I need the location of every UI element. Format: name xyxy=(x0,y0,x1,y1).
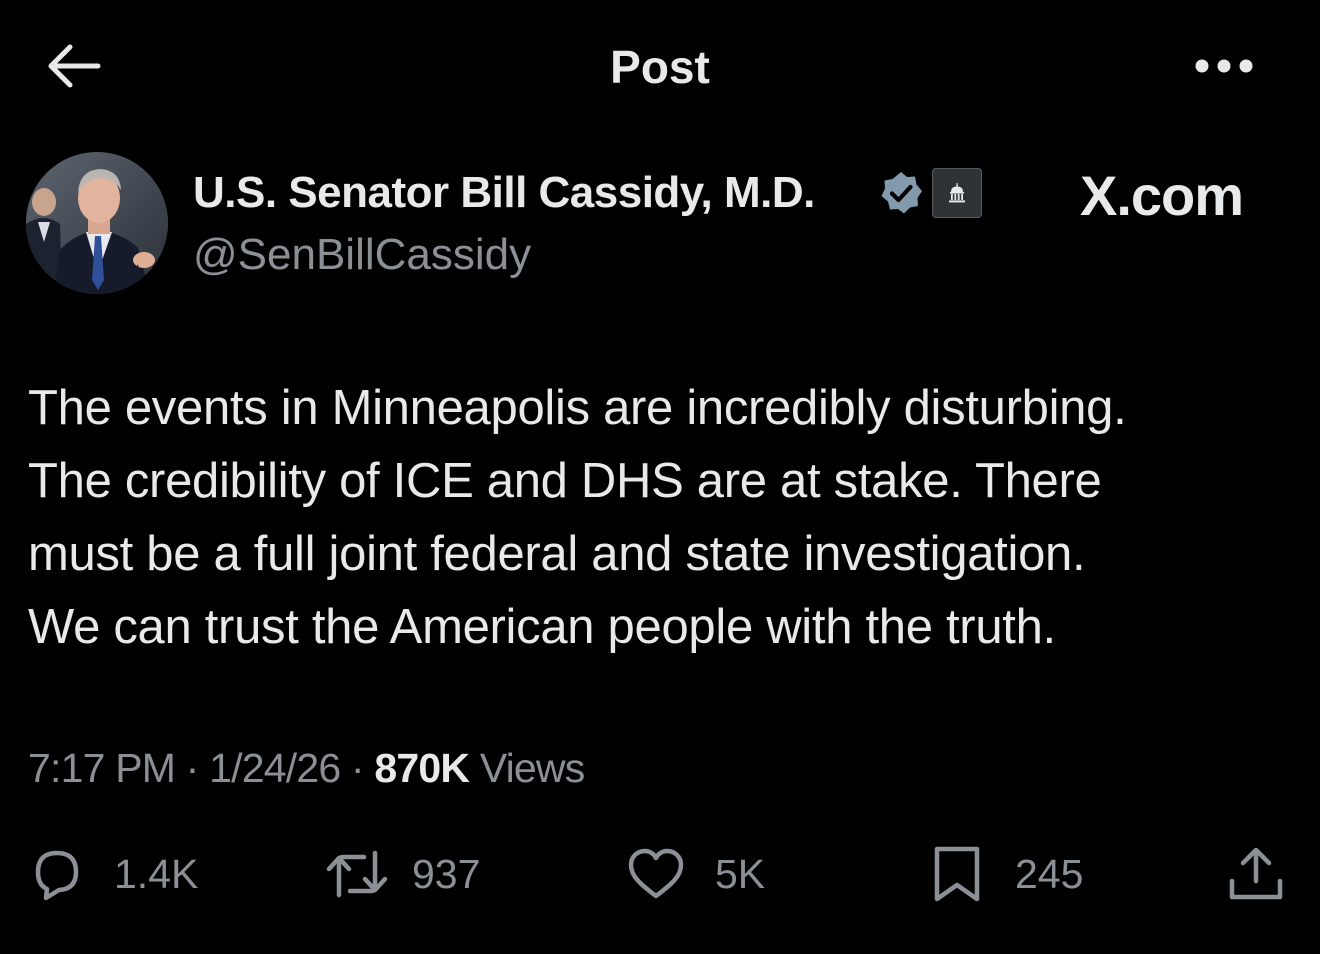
repost-count: 937 xyxy=(412,851,481,897)
back-button[interactable] xyxy=(40,38,106,94)
repost-button[interactable]: 937 xyxy=(326,836,480,912)
tweet-date[interactable]: 1/24/26 xyxy=(209,745,341,791)
government-affiliation-badge[interactable] xyxy=(932,168,982,218)
reply-button[interactable]: 1.4K xyxy=(28,836,198,912)
more-options-button[interactable] xyxy=(1188,40,1260,92)
meta-separator: · xyxy=(175,745,210,791)
profile-photo xyxy=(26,152,168,294)
tweet-line: The credibility of ICE and DHS are at st… xyxy=(28,454,1102,508)
views-label[interactable]: Views xyxy=(480,745,585,791)
author-display-name[interactable]: U.S. Senator Bill Cassidy, M.D. xyxy=(193,166,815,220)
meta-separator: · xyxy=(340,745,375,791)
tweet-line: The events in Minneapolis are incredibly… xyxy=(28,381,1127,435)
share-icon xyxy=(1229,847,1283,900)
repost-icon xyxy=(326,850,388,898)
avatar[interactable] xyxy=(26,152,168,294)
views-count[interactable]: 870K xyxy=(374,745,470,791)
tweet-line: We can trust the American people with th… xyxy=(28,600,1056,654)
bookmark-count: 245 xyxy=(1015,851,1084,897)
verified-badge-icon xyxy=(881,172,922,214)
more-horizontal-icon xyxy=(1195,59,1253,73)
like-button[interactable]: 5K xyxy=(626,836,765,912)
tweet-line: must be a full joint federal and state i… xyxy=(28,527,1086,581)
tweet-time[interactable]: 7:17 PM xyxy=(28,745,176,791)
page-title: Post xyxy=(610,41,710,93)
bookmark-icon xyxy=(934,846,980,902)
share-button[interactable] xyxy=(1226,836,1286,912)
reply-icon xyxy=(35,850,79,901)
tweet-meta: 7:17 PM · 1/24/26 · 870K Views xyxy=(28,740,585,796)
government-building-icon xyxy=(949,183,965,203)
reply-count: 1.4K xyxy=(114,851,199,897)
heart-icon xyxy=(628,848,684,899)
top-bar: Post xyxy=(0,0,1320,132)
bookmark-button[interactable]: 245 xyxy=(930,836,1083,912)
watermark: X.com xyxy=(1080,164,1244,227)
like-count: 5K xyxy=(715,851,766,897)
arrow-left-icon xyxy=(48,44,101,88)
action-bar: 1.4K 937 5K 245 xyxy=(0,836,1320,912)
tweet-text: The events in Minneapolis are incredibly… xyxy=(28,372,1298,664)
author-handle[interactable]: @SenBillCassidy xyxy=(193,228,531,282)
